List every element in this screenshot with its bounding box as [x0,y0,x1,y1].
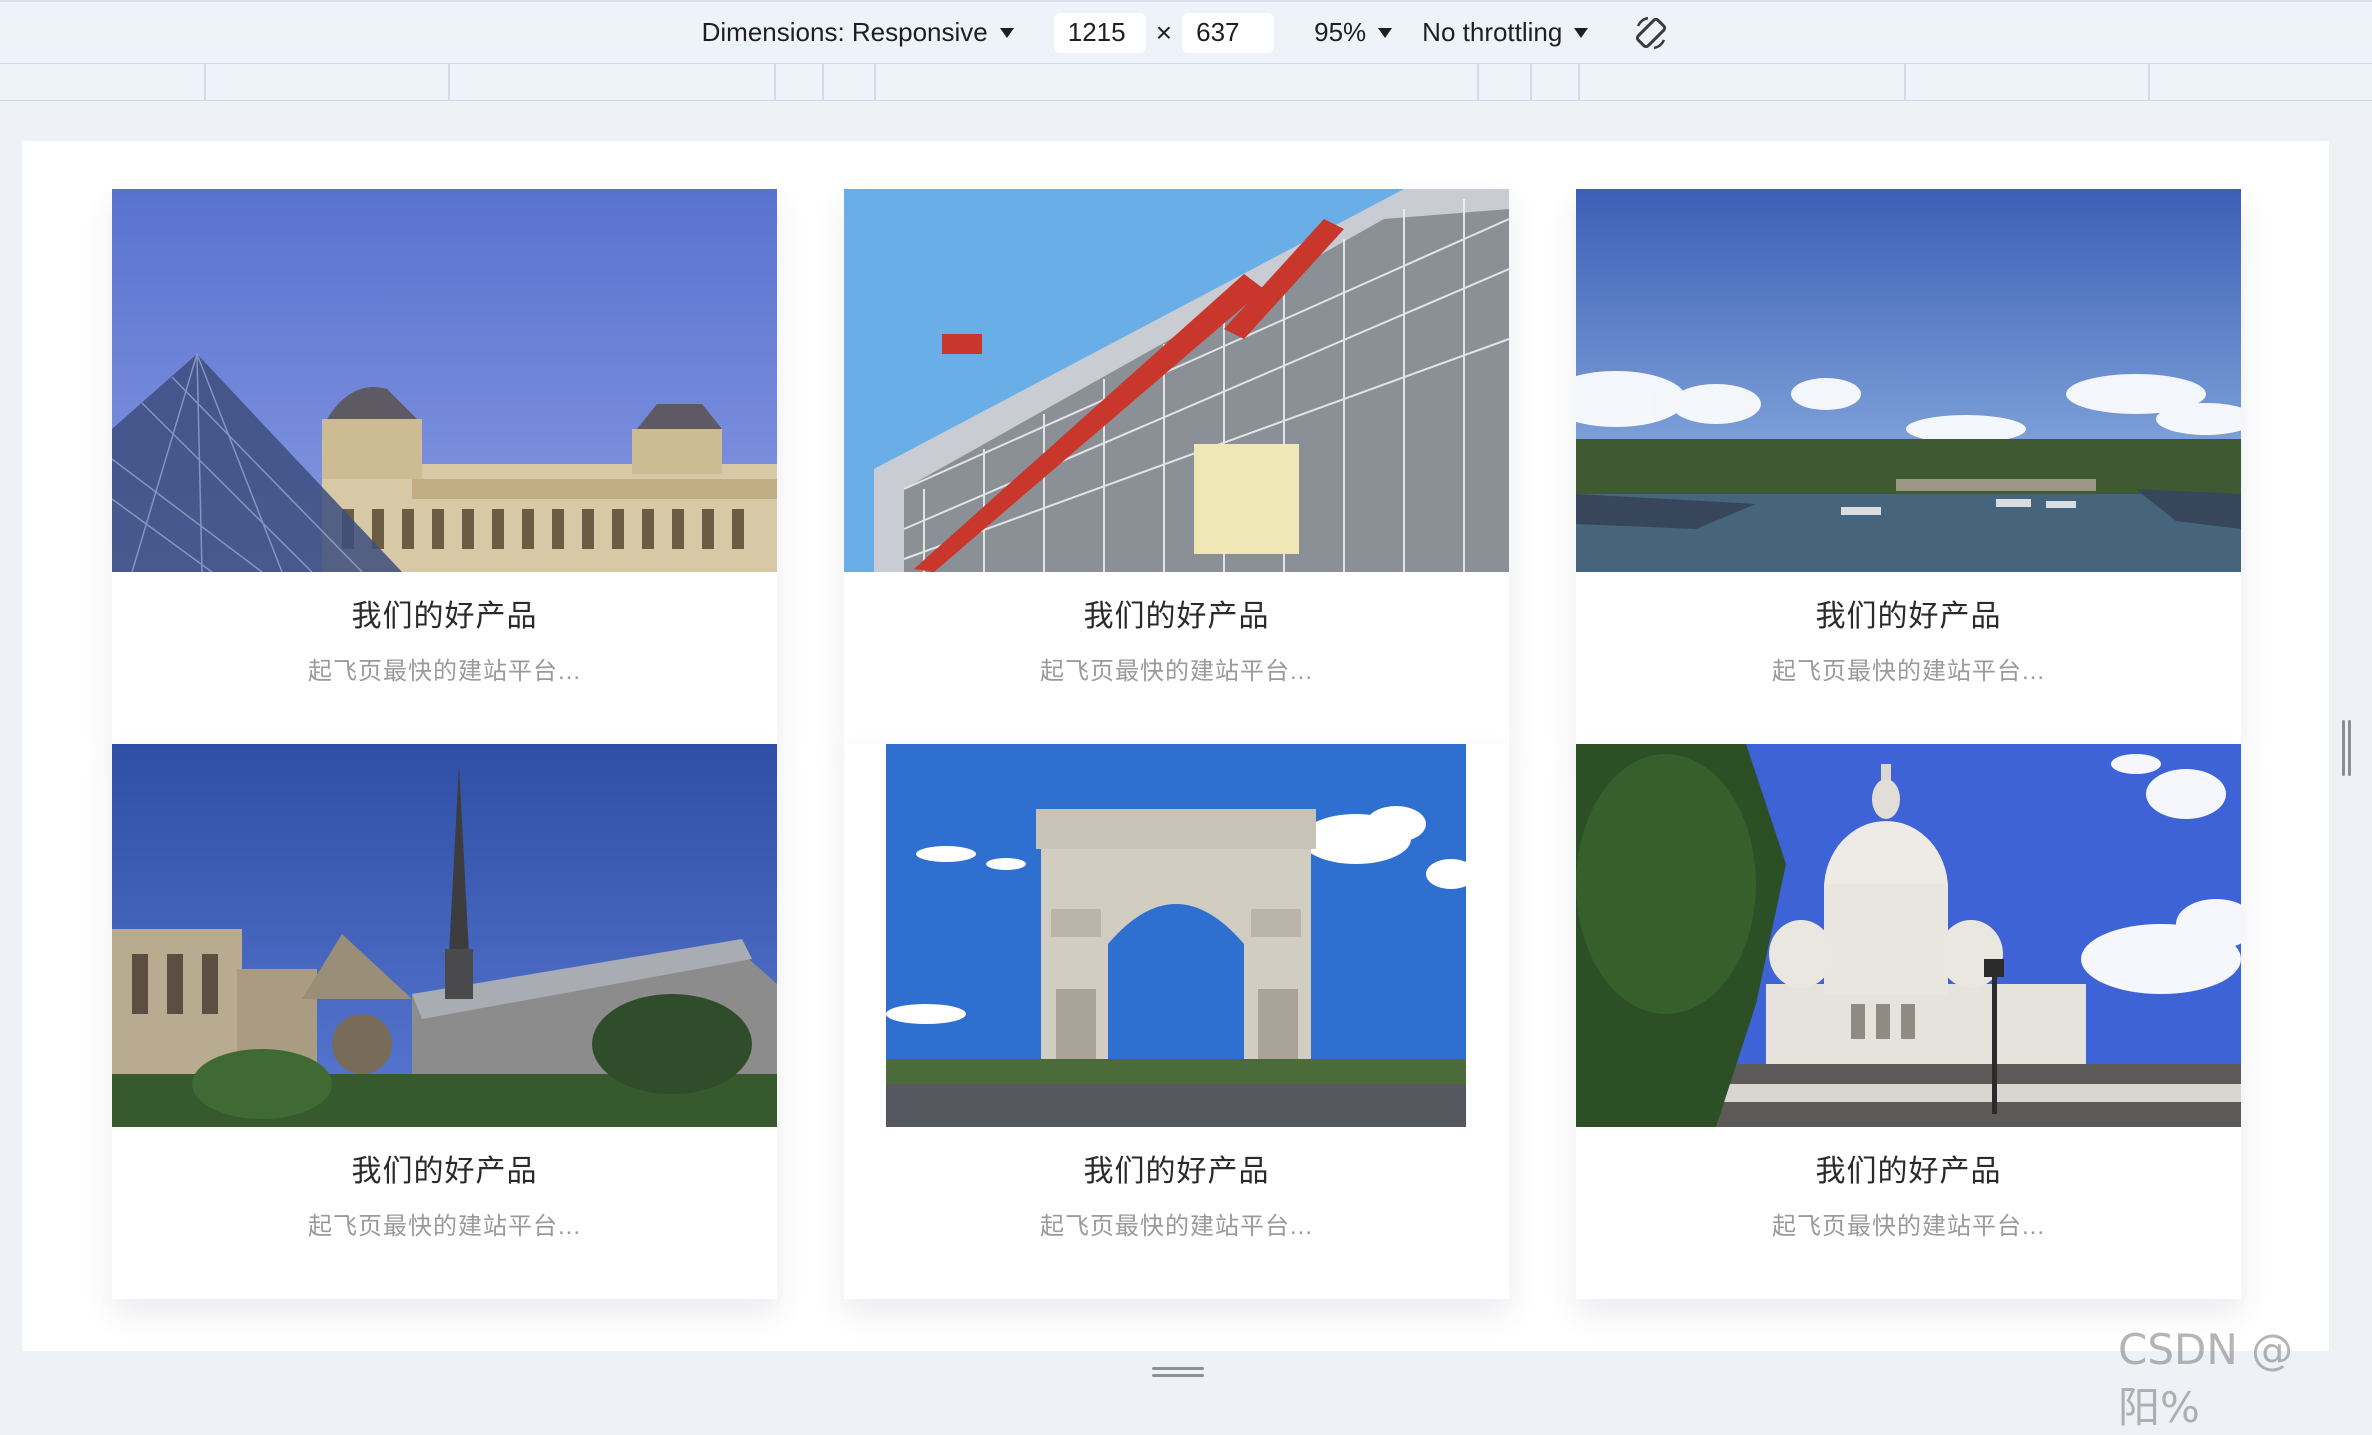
zoom-label: 95% [1314,17,1367,47]
emulated-viewport: 我们的好产品 起飞页最快的建站平台... 我们的好产品 起飞页最快的建站平台..… [22,141,2329,1351]
chevron-down-icon [999,27,1014,38]
throttling-label: No throttling [1422,17,1563,47]
pompidou-photo [844,189,1509,572]
watermark: CSDN @阳% [2118,1325,2294,1432]
ruler-tick[interactable] [822,64,824,101]
card-title: 我们的好产品 [351,1155,538,1188]
ruler-tick[interactable] [1530,64,1532,101]
ruler-tick[interactable] [874,64,876,101]
sacre-coeur-photo [1576,744,2241,1127]
product-card[interactable]: 我们的好产品 起飞页最快的建站平台... [1576,189,2241,744]
rotate-button[interactable] [1632,14,1670,52]
product-card[interactable]: 我们的好产品 起飞页最快的建站平台... [112,744,777,1299]
width-value: 1215 [1067,17,1126,47]
ruler-tick[interactable] [1578,64,1580,101]
dimensions-dropdown[interactable]: Dimensions: Responsive [702,17,1014,48]
product-card[interactable]: 我们的好产品 起飞页最快的建站平台... [844,189,1509,744]
rotate-icon [1636,16,1667,49]
card-title: 我们的好产品 [1815,1155,2002,1188]
throttling-dropdown[interactable]: No throttling [1422,17,1589,48]
times-sign: × [1155,16,1173,48]
ruler-tick[interactable] [1904,64,1906,101]
product-card[interactable]: 我们的好产品 起飞页最快的建站平台... [112,189,777,744]
chevron-down-icon [1574,27,1589,38]
viewport-bottom-bar [0,1351,2372,1395]
device-toolbar: Dimensions: Responsive 1215 × 637 95% No… [0,0,2372,64]
product-card[interactable]: 我们的好产品 起飞页最快的建站平台... [1576,744,2241,1299]
card-title: 我们的好产品 [1083,1155,1270,1188]
seine-photo [1576,189,2241,572]
ruler-tick[interactable] [448,64,450,101]
viewport-resize-handle-right[interactable] [2342,720,2352,776]
ruler-tick[interactable] [1477,64,1479,101]
card-description: 起飞页最快的建站平台... [1039,658,1313,685]
dimensions-label: Dimensions: Responsive [701,17,988,47]
product-card[interactable]: 我们的好产品 起飞页最快的建站平台... [844,744,1509,1299]
card-title: 我们的好产品 [1083,600,1270,633]
viewport-resize-handle-bottom[interactable] [1152,1367,1204,1379]
arc-de-triomphe-photo [886,744,1466,1127]
height-input[interactable]: 637 [1182,12,1275,53]
louvre-photo [112,189,777,572]
card-description: 起飞页最快的建站平台... [1039,1213,1313,1240]
ruler-tick[interactable] [2148,64,2150,101]
notre-dame-photo [112,744,777,1127]
card-description: 起飞页最快的建站平台... [307,1213,581,1240]
height-value: 637 [1196,17,1240,47]
card-title: 我们的好产品 [351,600,538,633]
card-title: 我们的好产品 [1815,600,2002,633]
ruler-tick[interactable] [774,64,776,101]
chevron-down-icon [1378,27,1393,38]
viewport-gutter [0,101,2372,141]
media-query-ruler [0,64,2372,101]
card-description: 起飞页最快的建站平台... [307,658,581,685]
card-description: 起飞页最快的建站平台... [1771,658,2045,685]
width-input[interactable]: 1215 [1053,12,1146,53]
zoom-dropdown[interactable]: 95% [1314,17,1393,48]
ruler-tick[interactable] [204,64,206,101]
card-description: 起飞页最快的建站平台... [1771,1213,2045,1240]
